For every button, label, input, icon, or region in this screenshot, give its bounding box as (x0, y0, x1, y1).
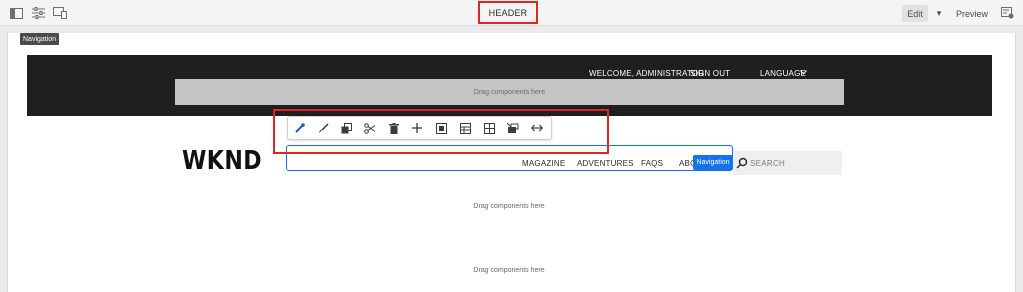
side-panel-icon[interactable] (8, 5, 24, 21)
component-toolbar (287, 116, 552, 140)
drop-zone-label[interactable]: Drag components here (409, 203, 609, 210)
header-component-highlight: HEADER (478, 1, 538, 24)
emulator-icon[interactable] (52, 5, 68, 21)
language-chevron-down-icon[interactable] (800, 70, 807, 75)
header-drop-zone[interactable]: Drag components here (175, 79, 844, 105)
nav-item-faqs[interactable]: FAQS (641, 159, 663, 168)
copy-icon[interactable] (338, 120, 354, 136)
insert-icon[interactable] (409, 120, 425, 136)
navigation-component-label: Navigation (693, 155, 733, 170)
navigation-tooltip: Navigation (20, 33, 60, 45)
properties-icon[interactable] (30, 5, 46, 21)
configure-icon[interactable] (291, 120, 307, 136)
sign-out-link[interactable]: SIGN OUT (690, 69, 730, 78)
nav-item-adventures[interactable]: ADVENTURES (577, 159, 634, 168)
edit-mode-button[interactable]: Edit (902, 5, 928, 22)
wknd-logo[interactable]: WKND (182, 146, 262, 176)
preview-mode-button[interactable]: Preview (955, 5, 989, 22)
header-drop-zone-label: Drag components here (473, 88, 546, 96)
header-label: HEADER (488, 7, 528, 18)
style-icon[interactable] (315, 120, 331, 136)
page-info-icon[interactable] (999, 5, 1015, 21)
drop-zone-label[interactable]: Drag components here (409, 267, 609, 274)
search-placeholder: SEARCH (750, 159, 786, 168)
group-icon[interactable] (433, 120, 449, 136)
delete-icon[interactable] (386, 120, 402, 136)
nav-item-magazine[interactable]: MAGAZINE (522, 159, 565, 168)
parent-icon[interactable] (505, 120, 521, 136)
search-icon (736, 157, 748, 169)
editor-topbar: HEADER Edit ▾ Preview (0, 0, 1023, 26)
cut-icon[interactable] (362, 120, 378, 136)
layout-icon[interactable] (457, 120, 473, 136)
template-icon[interactable] (481, 120, 497, 136)
welcome-text: WELCOME, ADMINISTRATOR (589, 69, 705, 78)
mode-dropdown-chevron-down-icon[interactable]: ▾ (933, 5, 945, 22)
expand-icon[interactable] (529, 120, 545, 136)
